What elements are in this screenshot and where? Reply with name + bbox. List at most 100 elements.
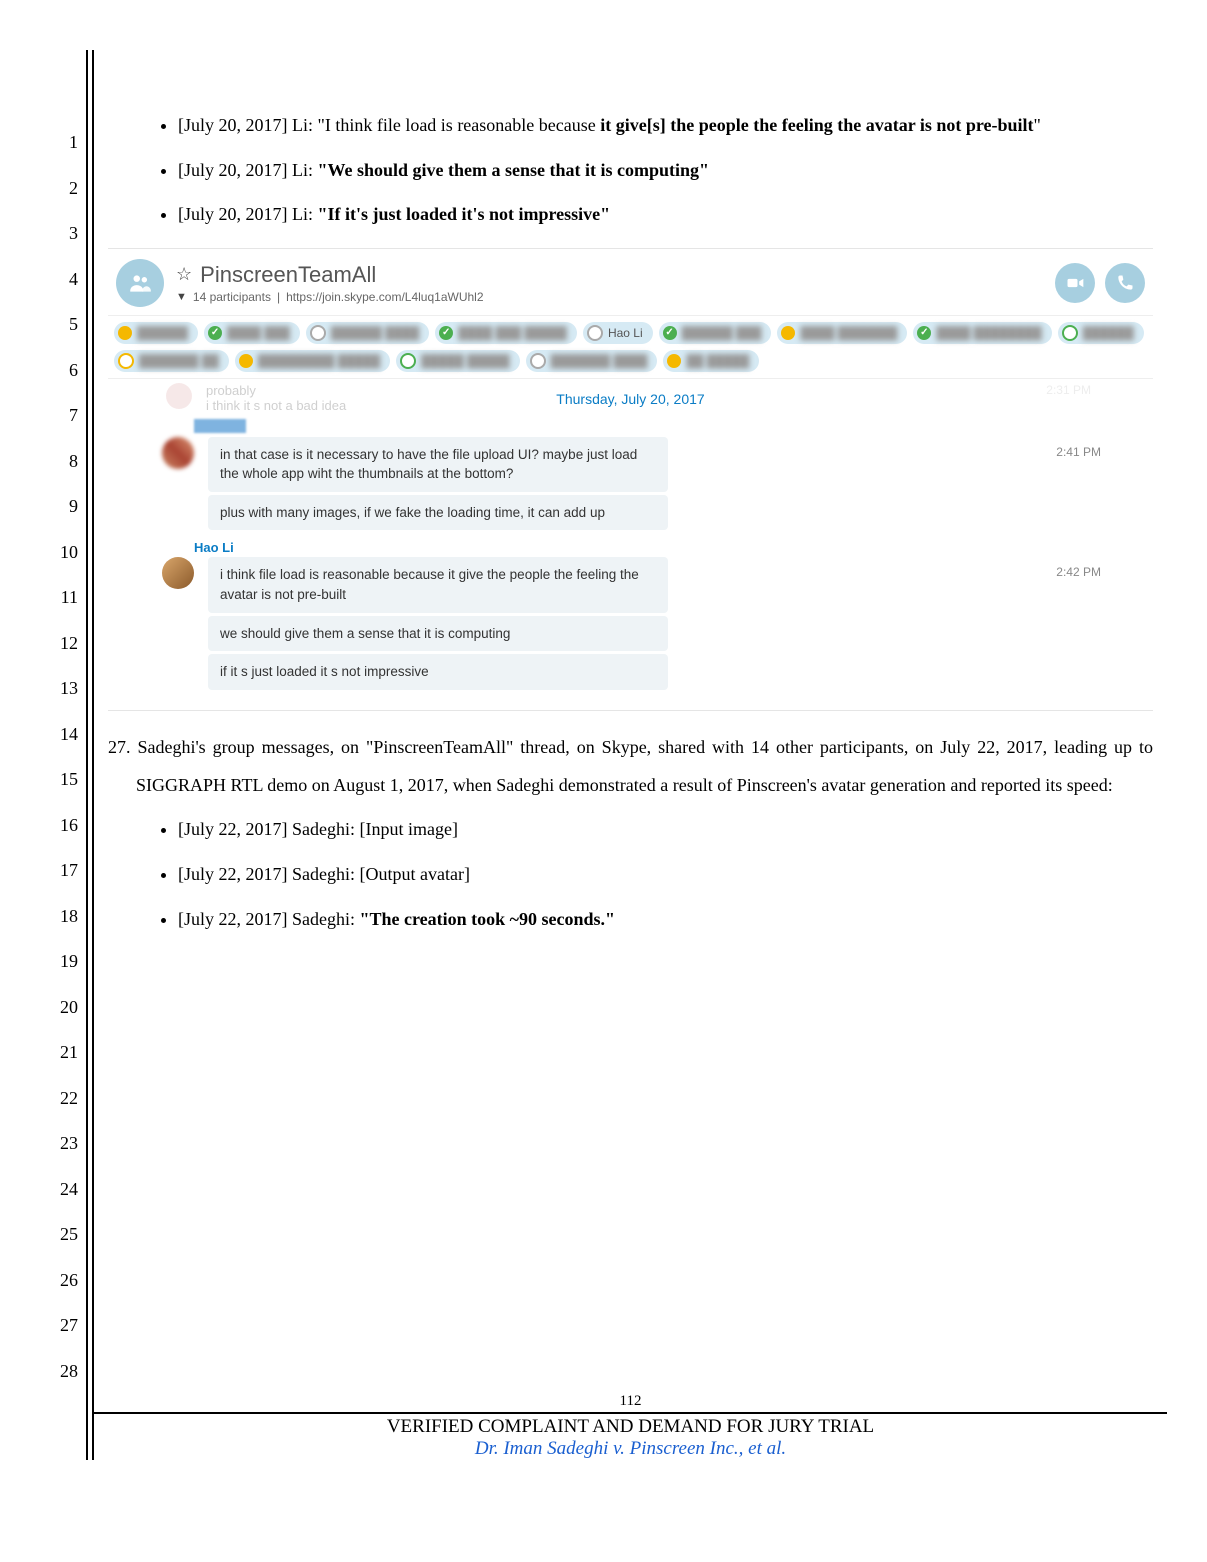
paragraph-27: 27. Sadeghi's group messages, on "Pinscr…	[108, 729, 1153, 805]
status-dot	[118, 353, 134, 369]
status-dot	[781, 326, 795, 340]
participant-pill[interactable]: ✓ ████ ███	[204, 322, 300, 344]
status-dot	[400, 353, 416, 369]
message-bubble: we should give them a sense that it is c…	[208, 616, 668, 652]
participant-pill[interactable]: █████████ █████	[235, 350, 390, 372]
skype-header: ☆ PinscreenTeamAll ▼ 14 participants | h…	[108, 249, 1153, 315]
page-footer: 112 VERIFIED COMPLAINT AND DEMAND FOR JU…	[94, 1393, 1167, 1460]
line-number: 22	[40, 1076, 78, 1122]
bullet-item: [July 22, 2017] Sadeghi: "The creation t…	[178, 904, 1153, 935]
line-number: 26	[40, 1258, 78, 1304]
line-numbers-gutter: 1234567891011121314151617181920212223242…	[40, 50, 86, 1460]
audio-call-button[interactable]	[1105, 263, 1145, 303]
line-number: 2	[40, 166, 78, 212]
participant-name: █████ █████	[421, 354, 509, 368]
bullet-item: [July 22, 2017] Sadeghi: [Output avatar]	[178, 859, 1153, 890]
page-number: 112	[94, 1393, 1167, 1410]
line-number: 27	[40, 1303, 78, 1349]
line-number: 6	[40, 348, 78, 394]
chat-message: i think file load is reasonable because …	[120, 557, 1141, 689]
vertical-rule-left	[86, 50, 88, 1460]
line-number: 1	[40, 120, 78, 166]
line-number: 14	[40, 712, 78, 758]
footer-case-caption: Dr. Iman Sadeghi v. Pinscreen Inc., et a…	[94, 1438, 1167, 1460]
participant-pill[interactable]: ✓ ████ ███ █████	[435, 322, 577, 344]
line-number: 25	[40, 1212, 78, 1258]
skype-screenshot: ☆ PinscreenTeamAll ▼ 14 participants | h…	[108, 248, 1153, 711]
line-number: 15	[40, 757, 78, 803]
star-icon: ☆	[176, 264, 192, 285]
status-dot	[587, 325, 603, 341]
line-number: 9	[40, 484, 78, 530]
line-number: 17	[40, 848, 78, 894]
message-time: 2:42 PM	[1056, 557, 1141, 579]
line-number: 8	[40, 439, 78, 485]
line-number: 7	[40, 393, 78, 439]
avatar-icon	[162, 437, 194, 469]
participant-pill[interactable]: ████ ███████	[777, 322, 907, 344]
participant-name: ████ ████████	[936, 326, 1041, 340]
bullet-item: [July 20, 2017] Li: "I think file load i…	[178, 110, 1153, 141]
line-number: 11	[40, 575, 78, 621]
status-dot	[239, 354, 253, 368]
participants-count: 14 participants	[193, 290, 271, 304]
message-time: 2:41 PM	[1056, 437, 1141, 459]
video-call-button[interactable]	[1055, 263, 1095, 303]
participant-pill[interactable]: ██████	[1058, 322, 1144, 344]
participant-name: Hao Li	[608, 326, 643, 340]
participant-name: █████████ █████	[258, 354, 380, 368]
status-dot	[667, 354, 681, 368]
footer-title: VERIFIED COMPLAINT AND DEMAND FOR JURY T…	[94, 1416, 1167, 1438]
chat-message: in that case is it necessary to have the…	[120, 437, 1141, 531]
participant-name: ██████ ████	[331, 326, 419, 340]
participant-name: ███████ ██	[139, 354, 219, 368]
bullet-item: [July 22, 2017] Sadeghi: [Input image]	[178, 814, 1153, 845]
message-bubble: i think file load is reasonable because …	[208, 557, 668, 612]
status-dot: ✓	[208, 326, 222, 340]
chevron-down-icon: ▼	[176, 291, 187, 303]
join-link: https://join.skype.com/L4luq1aWUhl2	[286, 290, 483, 304]
line-number: 20	[40, 985, 78, 1031]
bullet-item: [July 20, 2017] Li: "We should give them…	[178, 155, 1153, 186]
participant-pill[interactable]: ██████	[114, 322, 198, 344]
bullet-list-top: [July 20, 2017] Li: "I think file load i…	[108, 110, 1153, 230]
message-bubble: plus with many images, if we fake the lo…	[208, 495, 668, 531]
bullet-item: [July 20, 2017] Li: "If it's just loaded…	[178, 199, 1153, 230]
line-number: 3	[40, 211, 78, 257]
participant-name: ████ ███	[227, 326, 290, 340]
line-number: 5	[40, 302, 78, 348]
sender-name: Hao Li	[194, 540, 1141, 555]
participants-row: ██████ ✓ ████ ███ ██████ ████ ✓ ████ ███ ████…	[108, 315, 1153, 378]
avatar-icon	[162, 557, 194, 589]
participant-pill[interactable]: █████ █████	[396, 350, 519, 372]
participant-pill[interactable]: ✓██████ ███	[659, 322, 772, 344]
line-number: 4	[40, 257, 78, 303]
line-number: 21	[40, 1030, 78, 1076]
participant-pill[interactable]: ██████ ████	[306, 322, 429, 344]
participant-pill[interactable]: Hao Li	[583, 322, 653, 344]
participant-name: ██████	[1083, 326, 1134, 340]
line-number: 10	[40, 530, 78, 576]
message-bubble: if it s just loaded it s not impressive	[208, 654, 668, 690]
participant-name: ████ ███ █████	[458, 326, 567, 340]
message-bubble: in that case is it necessary to have the…	[208, 437, 668, 492]
participant-pill[interactable]: ██ █████	[663, 350, 759, 372]
participant-pill[interactable]: ✓ ████ ████████	[913, 322, 1051, 344]
line-number: 12	[40, 621, 78, 667]
group-title: PinscreenTeamAll	[200, 262, 376, 288]
status-dot: ✓	[917, 326, 931, 340]
line-number: 13	[40, 666, 78, 712]
participant-pill[interactable]: ███████ ██	[114, 350, 229, 372]
participant-name: ██████	[137, 326, 188, 340]
line-number: 16	[40, 803, 78, 849]
participant-name: ███████ ████	[551, 354, 648, 368]
participant-name: ████ ███████	[800, 326, 897, 340]
status-dot	[118, 326, 132, 340]
participant-pill[interactable]: ███████ ████	[526, 350, 658, 372]
status-dot	[310, 325, 326, 341]
status-dot: ✓	[439, 326, 453, 340]
status-dot	[530, 353, 546, 369]
page-content: [July 20, 2017] Li: "I think file load i…	[94, 50, 1167, 1460]
line-number: 28	[40, 1349, 78, 1395]
participant-name: ██████ ███	[682, 326, 762, 340]
